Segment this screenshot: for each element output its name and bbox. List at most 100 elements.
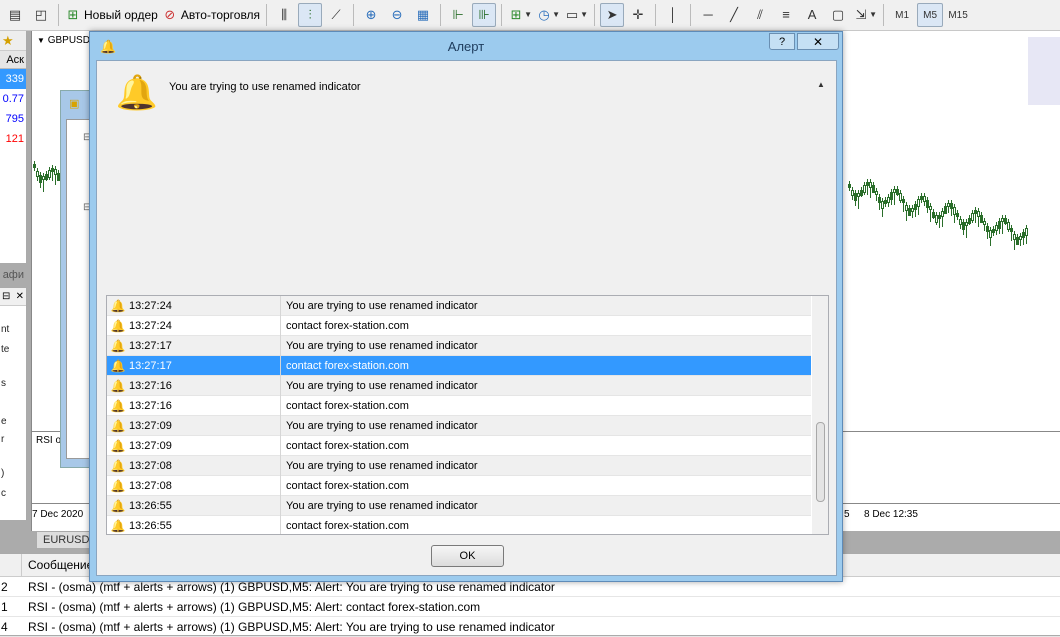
navigator-item[interactable]: nt — [1, 324, 9, 335]
profiles-button[interactable]: ◰ — [29, 3, 53, 27]
candle — [1025, 225, 1028, 244]
timeframe-m5-button[interactable]: M5 — [917, 3, 944, 27]
cursor-button[interactable]: ➤ — [600, 3, 625, 27]
periods-button[interactable]: ◷ ▼ — [535, 3, 561, 27]
close-button[interactable]: ✕ — [797, 33, 839, 50]
navigator-item[interactable]: r — [1, 434, 4, 445]
shapes-icon: ⇲ — [855, 7, 867, 22]
candle — [980, 212, 983, 223]
toolbar-separator — [655, 4, 657, 26]
time-axis-label: 7 Dec 2020 — [32, 509, 84, 520]
price-cell[interactable]: 0.77 — [0, 89, 26, 109]
price-cell[interactable]: 795 — [0, 109, 26, 129]
message-column-header[interactable]: Сообщение — [22, 558, 93, 572]
alert-row[interactable]: 🔔 13:27:09 You are trying to use renamed i… — [107, 415, 811, 436]
candle — [57, 170, 60, 181]
crosshair-icon: ✛ — [632, 7, 644, 22]
alert-row[interactable]: 🔔 13:27:09 contact forex-station.com — [107, 435, 811, 456]
navigator-item[interactable]: ) — [1, 468, 4, 479]
terminal-row[interactable]: 1 RSI - (osma) (mtf + alerts + arrows) (1… — [0, 597, 1060, 617]
label-button[interactable]: ▢ — [826, 3, 850, 27]
alert-row[interactable]: 🔔 13:27:24 You are trying to use renamed i… — [107, 296, 811, 316]
crosshair-button[interactable]: ✛ — [626, 3, 650, 27]
toolbar-separator — [883, 4, 885, 26]
navigator-header: ⊟ ✕ — [0, 288, 26, 306]
line-chart-button[interactable]: ⟋ — [324, 3, 348, 27]
star-icon: ★ — [0, 31, 26, 51]
zoom-out-button[interactable]: ⊖ — [385, 3, 409, 27]
bell-icon: 🔔 — [110, 358, 126, 373]
text-button[interactable]: A — [800, 3, 824, 27]
candle — [854, 190, 857, 206]
navigator-panel: ⊟ ✕ nt te s e r ) c — [0, 287, 27, 520]
scrollbar-thumb[interactable] — [816, 422, 825, 502]
market-watch-tab[interactable]: афи — [3, 269, 24, 281]
candle — [950, 200, 953, 216]
dialog-caption[interactable]: 🔔 Алерт ? ✕ — [90, 32, 842, 60]
alert-row[interactable]: 🔔 13:27:17 You are trying to use renamed i… — [107, 335, 811, 356]
price-cell[interactable]: 121 — [0, 129, 26, 149]
candle — [851, 187, 854, 200]
channel-button[interactable]: ⫽ — [748, 3, 772, 27]
candle — [959, 216, 962, 229]
alert-time: 13:27:16 — [129, 395, 281, 416]
timeframe-m15-button[interactable]: M15 — [945, 3, 971, 27]
autoscroll-button[interactable]: ⊪ — [472, 3, 497, 27]
trendline-button[interactable]: ╱ — [722, 3, 746, 27]
alert-time: 13:27:09 — [129, 435, 281, 456]
window-icon: ▣ — [69, 98, 80, 110]
alert-row[interactable]: 🔔 13:27:24 contact forex-station.com — [107, 315, 811, 336]
bell-icon: 🔔 — [110, 458, 126, 473]
alert-row[interactable]: 🔔 13:27:16 contact forex-station.com — [107, 395, 811, 416]
close-icon[interactable]: ✕ — [16, 291, 24, 302]
scroll-up-icon[interactable]: ▲ — [814, 77, 828, 91]
chart-shift-button[interactable]: ⊩ — [446, 3, 470, 27]
navigator-item[interactable]: c — [1, 488, 6, 499]
templates-button[interactable]: ▭ ▼ — [563, 3, 589, 27]
label-icon: ▢ — [831, 7, 845, 22]
timeframe-m1-button[interactable]: M1 — [889, 3, 915, 27]
help-button[interactable]: ? — [769, 33, 795, 50]
new-order-button[interactable]: ⊞ Новый ордер — [64, 3, 159, 27]
candle — [998, 218, 1001, 234]
alert-time: 13:27:08 — [129, 455, 281, 476]
alert-message: You are trying to use renamed indicator — [169, 81, 361, 93]
alert-row[interactable]: 🔔 13:27:17 contact forex-station.com — [107, 355, 811, 376]
alerts-list[interactable]: 🔔 13:27:24 You are trying to use renamed i… — [106, 295, 829, 535]
terminal-row[interactable]: 4 RSI - (osma) (mtf + alerts + arrows) (1… — [0, 617, 1060, 637]
fibo-button[interactable]: ≡ — [774, 3, 798, 27]
bar-chart-button[interactable]: ⫼ — [272, 3, 296, 27]
candle — [968, 215, 971, 225]
alert-row[interactable]: 🔔 13:27:08 You are trying to use renamed i… — [107, 455, 811, 476]
horizontal-line-button[interactable]: ─ — [696, 3, 720, 27]
alerts-scrollbar[interactable] — [812, 296, 828, 534]
shapes-button[interactable]: ⇲ ▼ — [852, 3, 878, 27]
message-scrollbar[interactable]: ▲ ▼ — [814, 77, 828, 317]
navigator-item[interactable]: te — [1, 344, 9, 355]
vertical-line-button[interactable]: │ — [661, 3, 685, 27]
candle — [48, 167, 51, 180]
chevron-down-icon: ▼ — [580, 10, 589, 19]
chevron-down-icon[interactable]: ▼ — [37, 36, 45, 45]
market-watch-panel: ★ Аск 339 0.77 795 121 афи — [0, 31, 27, 281]
alert-row[interactable]: 🔔 13:27:16 You are trying to use renamed i… — [107, 375, 811, 396]
alert-row[interactable]: 🔔 13:27:08 contact forex-station.com — [107, 475, 811, 496]
line-chart-icon: ⟋ — [331, 7, 341, 22]
grid-button[interactable]: ▤ — [3, 3, 27, 27]
candle — [986, 223, 989, 239]
alert-row[interactable]: 🔔 13:26:55 contact forex-station.com — [107, 515, 811, 534]
pin-icon[interactable]: ⊟ — [2, 291, 10, 302]
autotrading-button[interactable]: ⊘ Авто-торговля — [161, 3, 261, 27]
price-cell[interactable]: 339 — [0, 69, 26, 89]
alert-row[interactable]: 🔔 13:26:55 You are trying to use renamed i… — [107, 495, 811, 516]
ok-button[interactable]: OK — [431, 545, 504, 567]
candlestick-button[interactable]: ⫶ — [298, 3, 323, 27]
indicators-button[interactable]: ⊞ ▼ — [507, 3, 533, 27]
alert-time: 13:27:08 — [129, 475, 281, 496]
navigator-item[interactable]: e — [1, 416, 7, 427]
toolbar-separator — [266, 4, 268, 26]
alert-time: 13:27:17 — [129, 355, 281, 376]
zoom-in-button[interactable]: ⊕ — [359, 3, 383, 27]
tile-windows-button[interactable]: ▦ — [411, 3, 435, 27]
navigator-item[interactable]: s — [1, 378, 6, 389]
